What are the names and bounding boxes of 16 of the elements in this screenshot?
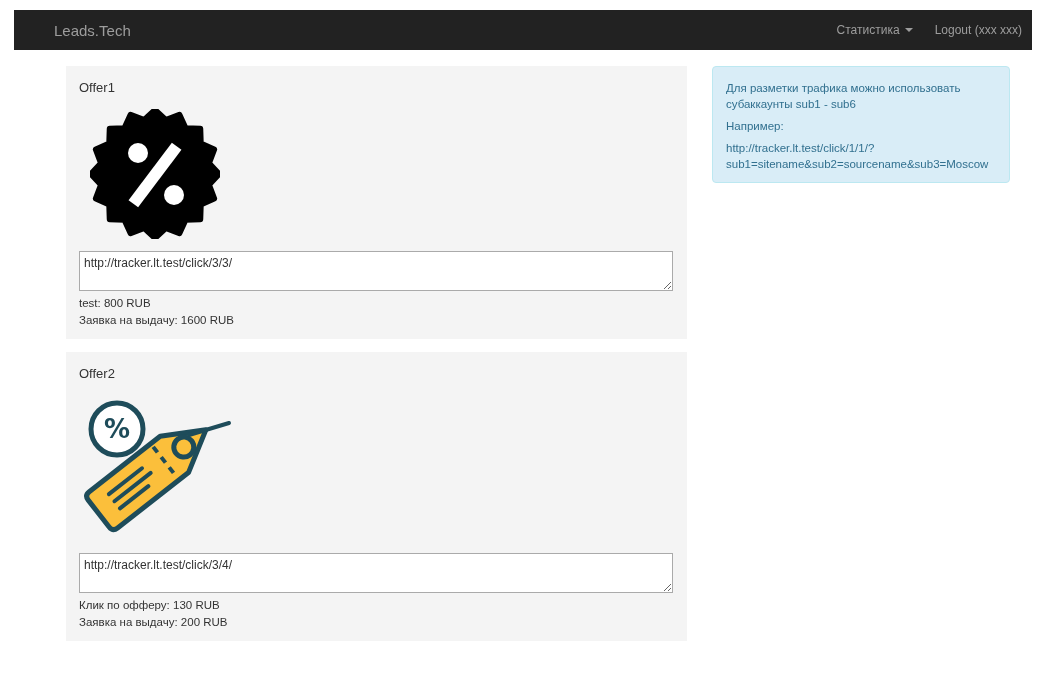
payout-text: test: 800 RUB [79, 296, 152, 311]
payout-text: Клик по офферу: 130 RUB [79, 598, 221, 613]
payout-text: Заявка на выдачу: 200 RUB [79, 615, 229, 630]
info-text: http://tracker.lt.test/click/1/1/?sub1=sitename&sub2=sourcename&sub3=Moscow [726, 141, 990, 172]
offer-title: Offer1 [79, 80, 116, 95]
payout-text: Заявка на выдачу: 1600 RUB [79, 313, 235, 328]
nav-link[interactable]: Logout (xxx xxx) [934, 23, 1022, 37]
brand-link[interactable]: Leads.Tech [54, 21, 131, 39]
offer-title: Offer2 [79, 366, 116, 381]
info-text: Для разметки трафика можно использовать субаккаунты sub1 - sub6 [726, 81, 962, 112]
tracking-link-field[interactable]: http://tracker.lt.test/click/3/3/ [79, 251, 673, 291]
info-text: Например: [726, 119, 785, 134]
caret-icon [904, 28, 913, 32]
tracking-link-field[interactable]: http://tracker.lt.test/click/3/4/ [79, 553, 673, 593]
dropdown-menu-link[interactable]: Статистика [836, 23, 913, 37]
percent-badge-icon [90, 109, 220, 239]
